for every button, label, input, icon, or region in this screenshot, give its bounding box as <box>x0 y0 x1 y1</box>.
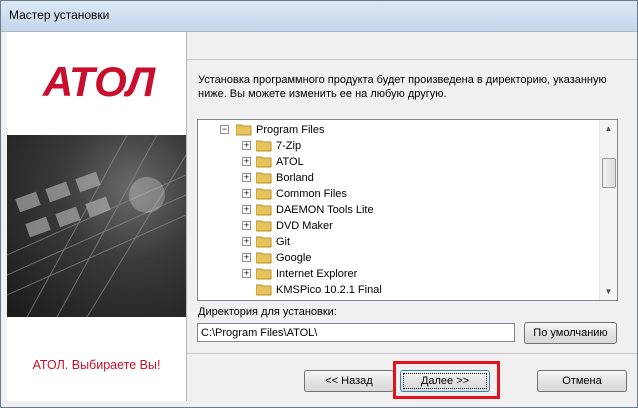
folder-icon <box>256 268 272 280</box>
expand-icon[interactable]: + <box>242 221 251 230</box>
tree-root-label: Program Files <box>256 124 325 136</box>
tree-item-label: Git <box>276 236 291 248</box>
tree-item-label: Common Files <box>276 188 347 200</box>
directory-label: Директория для установки: <box>198 306 337 318</box>
footer-separator <box>187 353 637 354</box>
tree-item-label: Borland <box>276 172 314 184</box>
tree-item-google[interactable]: + Google <box>198 250 598 266</box>
tree-item-label: DVD Maker <box>276 220 333 232</box>
tree-item-label: 7-Zip <box>276 140 302 152</box>
expand-icon[interactable]: + <box>242 189 251 198</box>
svg-text:АТОЛ: АТОЛ <box>42 60 156 102</box>
tree-item-label: Internet Explorer <box>276 268 358 280</box>
folder-icon <box>256 172 272 184</box>
default-directory-button[interactable]: По умолчанию <box>524 322 617 344</box>
cancel-button[interactable]: Отмена <box>537 370 627 392</box>
folder-tree[interactable]: − Program Files + 7-Zip + ATOL + Borland… <box>197 119 618 301</box>
install-description: Установка программного продукта будет пр… <box>198 74 607 100</box>
tree-item-label: DAEMON Tools Lite <box>276 204 374 216</box>
expand-icon[interactable]: + <box>242 253 251 262</box>
folder-icon <box>256 188 272 200</box>
expand-icon[interactable]: + <box>242 205 251 214</box>
sidebar-panel: АТОЛ АТОЛ. Выбираете Вы! <box>7 32 187 401</box>
folder-icon <box>256 156 272 168</box>
expand-icon[interactable]: + <box>242 141 251 150</box>
folder-icon <box>256 252 272 264</box>
expand-icon[interactable]: + <box>242 237 251 246</box>
focus-ring <box>403 373 487 389</box>
tree-item-atol[interactable]: + ATOL <box>198 154 598 170</box>
tree-item-internet-explorer[interactable]: + Internet Explorer <box>198 266 598 282</box>
tree-item-git[interactable]: + Git <box>198 234 598 250</box>
expand-icon[interactable]: + <box>242 173 251 182</box>
installer-window: Мастер установки АТОЛ АТОЛ. Выбираете Вы… <box>0 0 638 408</box>
collapse-icon[interactable]: − <box>220 125 229 134</box>
tree-item-daemon-tools[interactable]: + DAEMON Tools Lite <box>198 202 598 218</box>
tree-root-row[interactable]: − Program Files <box>198 122 598 138</box>
directory-input[interactable] <box>197 323 515 342</box>
folder-icon <box>256 284 272 296</box>
tree-scrollbar[interactable]: ▲ ▼ <box>599 120 617 300</box>
tree-item-borland[interactable]: + Borland <box>198 170 598 186</box>
tree-item-label: Google <box>276 252 312 264</box>
tree-item-7zip[interactable]: + 7-Zip <box>198 138 598 154</box>
next-button[interactable]: Далее >> <box>400 370 490 392</box>
folder-open-icon <box>236 124 252 136</box>
folder-icon <box>256 236 272 248</box>
header-separator <box>187 59 637 60</box>
expand-icon[interactable]: + <box>242 157 251 166</box>
folder-icon <box>256 140 272 152</box>
scroll-down-icon[interactable]: ▼ <box>600 283 617 300</box>
folder-icon <box>256 204 272 216</box>
window-title: Мастер установки <box>9 8 110 22</box>
atol-logo: АТОЛ <box>42 60 156 102</box>
scroll-up-icon[interactable]: ▲ <box>600 120 617 137</box>
tree-item-label: KMSPico 10.2.1 Final <box>276 284 382 296</box>
slogan: АТОЛ. Выбираете Вы! <box>32 358 161 372</box>
tree-item-common-files[interactable]: + Common Files <box>198 186 598 202</box>
keyboard-image <box>7 135 186 317</box>
title-bar: Мастер установки <box>1 1 637 32</box>
expand-icon[interactable]: + <box>242 269 251 278</box>
back-button[interactable]: << Назад <box>304 370 394 392</box>
tree-item-kmspico[interactable]: KMSPico 10.2.1 Final <box>198 282 598 298</box>
scroll-thumb[interactable] <box>602 158 616 188</box>
tree-item-label: ATOL <box>276 156 304 168</box>
folder-icon <box>256 220 272 232</box>
tree-item-dvd-maker[interactable]: + DVD Maker <box>198 218 598 234</box>
